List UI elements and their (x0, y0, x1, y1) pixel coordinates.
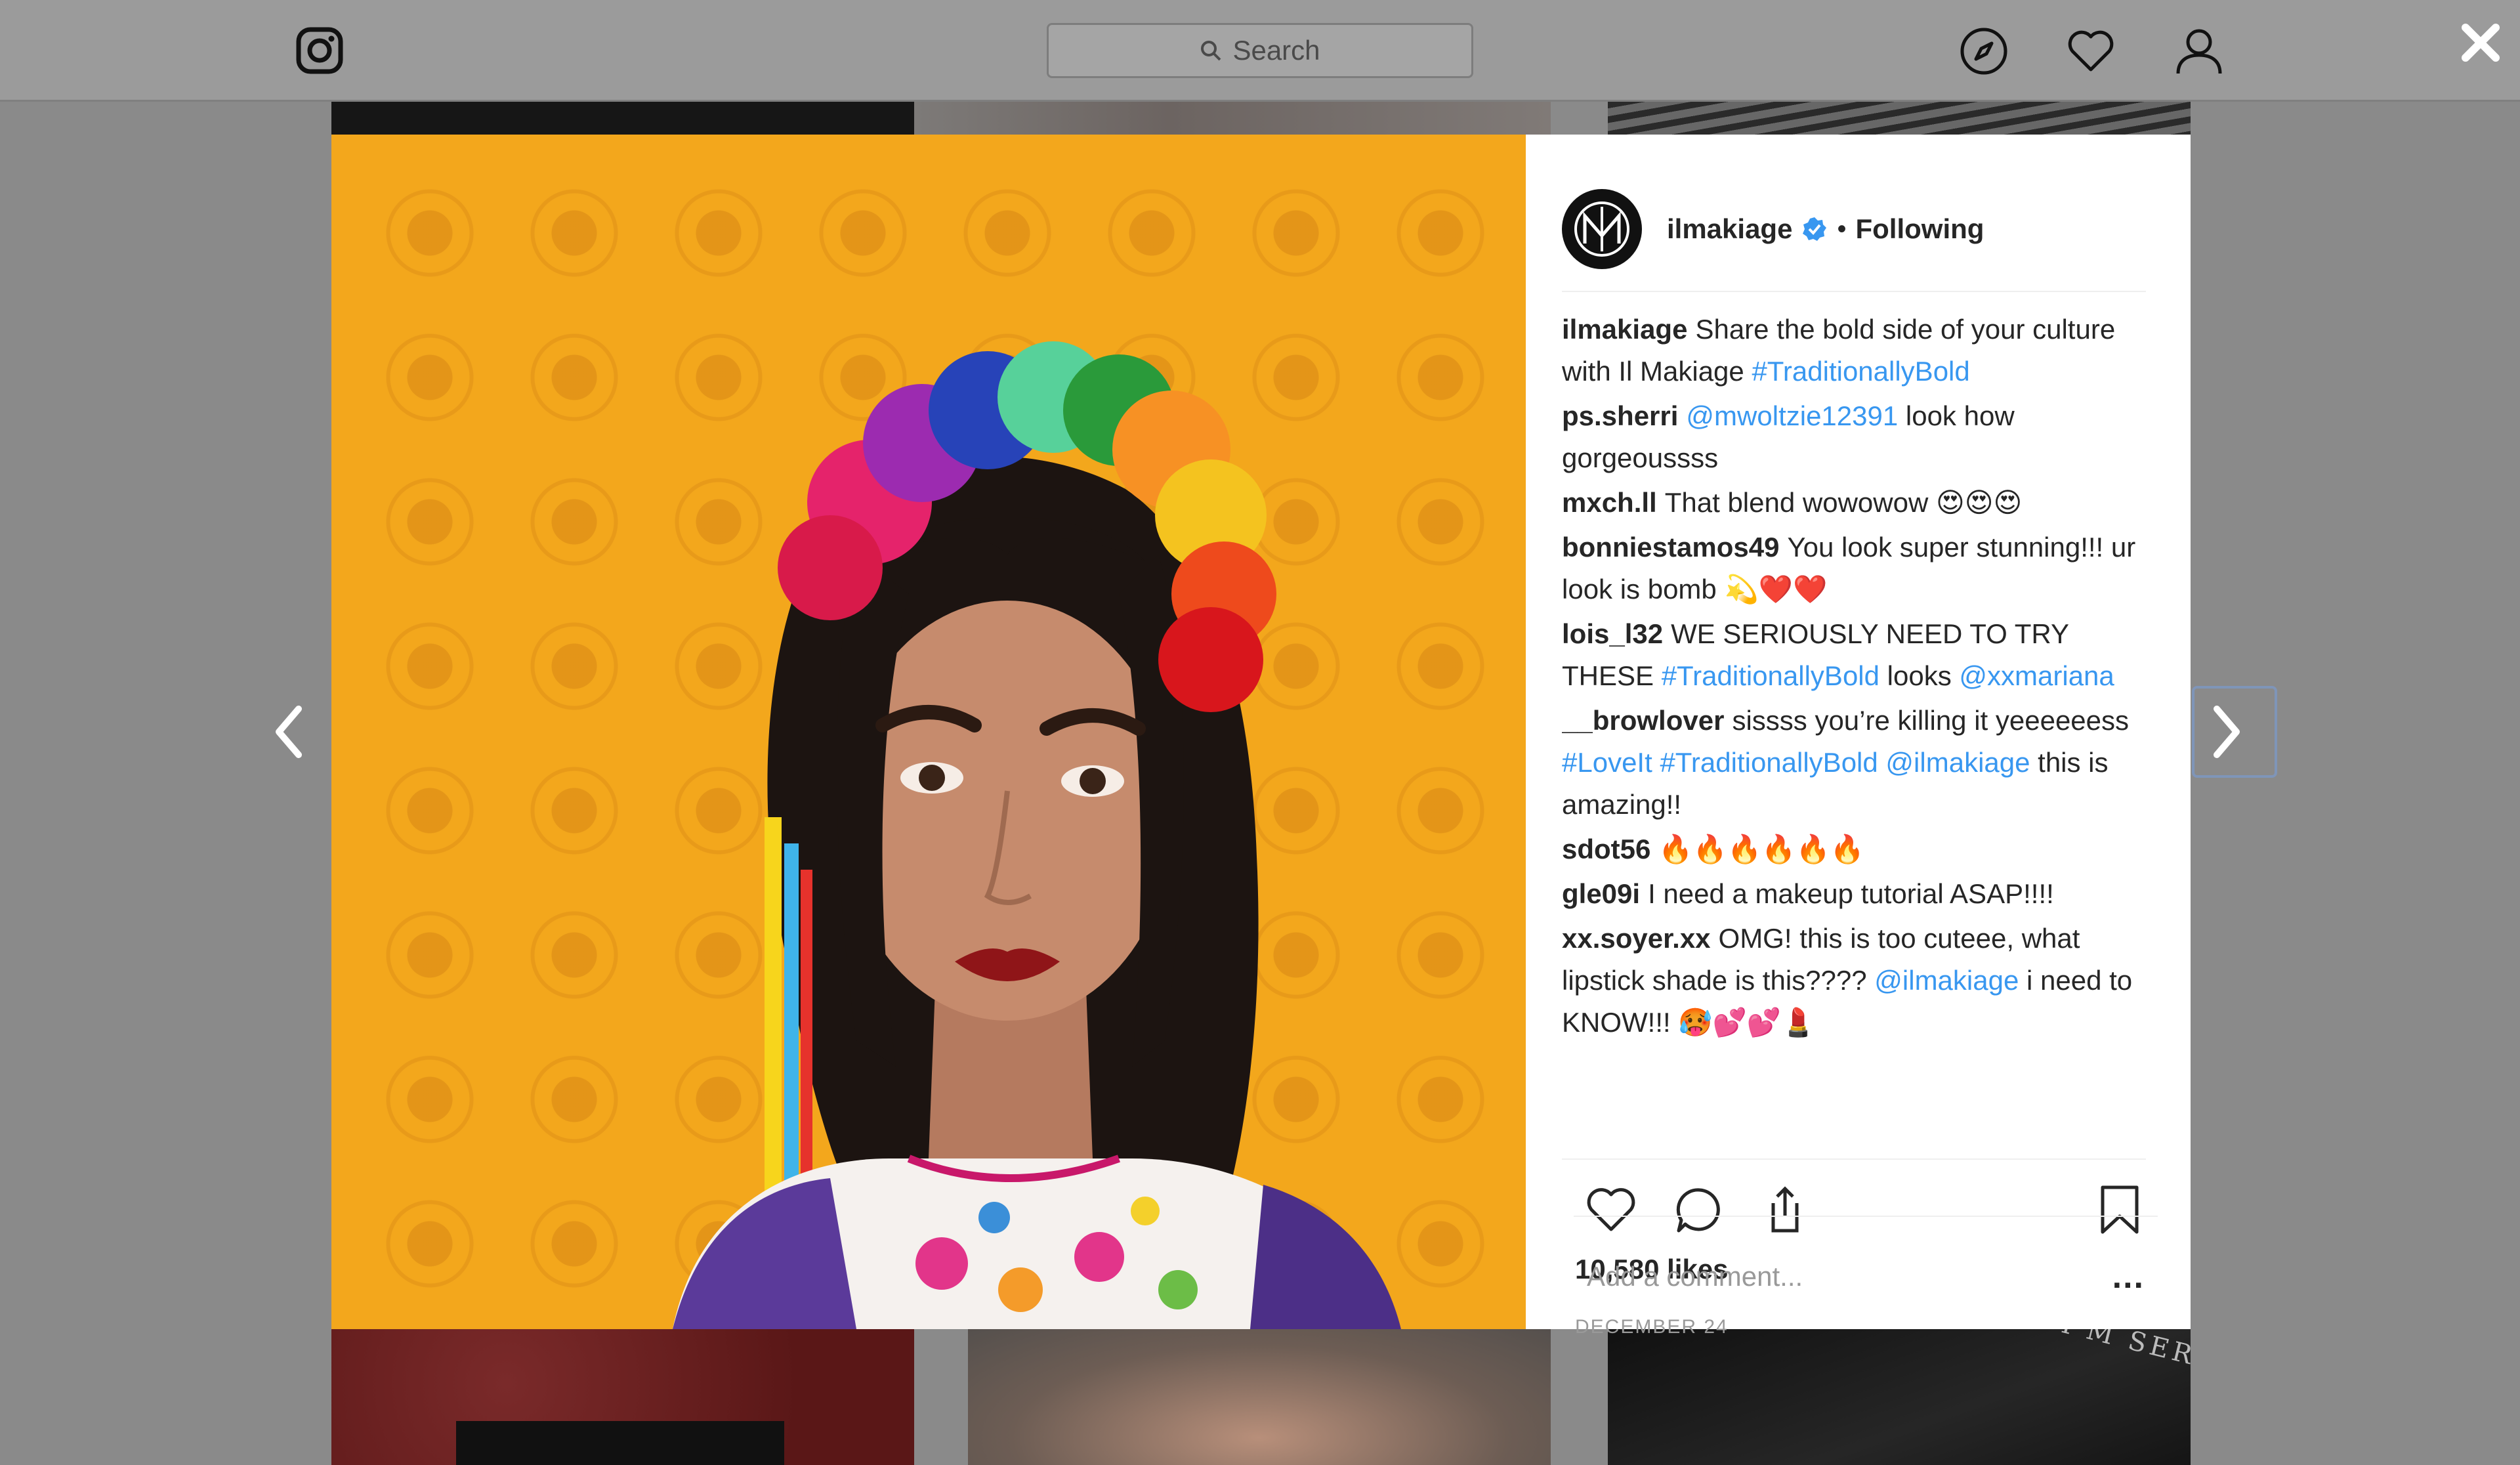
comment-text: looks (1880, 660, 1960, 691)
previous-post-chevron-icon[interactable] (272, 702, 305, 761)
search-input[interactable]: Search (1047, 23, 1473, 78)
comment-item: mxch.ll That blend wowowow 😍😍😍 (1562, 482, 2152, 524)
add-comment-row: Add a comment... ... (1574, 1247, 2158, 1306)
comment-username[interactable]: gle09i (1562, 878, 1640, 909)
more-options-button[interactable]: ... (2112, 1260, 2158, 1294)
comment-item: gle09i I need a makeup tutorial ASAP!!!! (1562, 873, 2152, 915)
post-details-panel: ilmakiage • Following ilmakiage Share the… (1526, 135, 2191, 1338)
feed-thumbnail[interactable] (968, 1329, 1551, 1465)
save-bookmark-icon[interactable] (2093, 1183, 2146, 1236)
following-button[interactable]: Following (1855, 213, 1984, 245)
comment-text: That blend wowowow 😍😍😍 (1664, 487, 2023, 518)
comment-item: __browlover sissss you’re killing it yeee… (1562, 700, 2152, 826)
comment-username[interactable]: bonniestamos49 (1562, 532, 1779, 563)
avatar[interactable] (1562, 189, 1642, 269)
comment-username[interactable]: ilmakiage (1562, 314, 1687, 345)
post-image[interactable] (331, 135, 1526, 1329)
comment-item: bonniestamos49 You look super stunning!!!… (1562, 526, 2152, 610)
add-comment-input[interactable]: Add a comment... (1574, 1261, 1803, 1292)
search-placeholder: Search (1232, 35, 1320, 66)
comment-link[interactable]: #LoveIt (1562, 747, 1652, 778)
post-username[interactable]: ilmakiage (1667, 213, 1792, 245)
post-modal: ilmakiage • Following ilmakiage Share the… (331, 135, 2191, 1338)
comment-text: I need a makeup tutorial ASAP!!!! (1648, 878, 2054, 909)
close-icon[interactable] (2458, 20, 2504, 66)
comment-username[interactable]: sdot56 (1562, 834, 1650, 864)
explore-compass-icon[interactable] (1959, 26, 2009, 76)
verified-badge-icon (1803, 217, 1827, 241)
comment-username[interactable]: xx.soyer.xx (1562, 923, 1711, 954)
feed-thumbnail[interactable] (331, 1329, 914, 1465)
comment-username[interactable]: lois_l32 (1562, 618, 1663, 649)
portrait-illustration (673, 341, 1401, 1329)
comment-text: sissss you’re killing it yeeeeeess (1732, 705, 2130, 736)
comment-text (1878, 747, 1886, 778)
comment-item: xx.soyer.xx OMG! this is too cuteee, what… (1562, 918, 2152, 1044)
search-icon (1201, 41, 1221, 61)
comment-item: ps.sherri @mwoltzie12391 look how gorgeou… (1562, 395, 2152, 479)
post-header: ilmakiage • Following (1562, 167, 2146, 292)
comment-username[interactable]: __browlover (1562, 705, 1724, 736)
post-date: DECEMBER 24 (1575, 1316, 1729, 1338)
comment-link[interactable]: #TraditionallyBold (1752, 356, 1969, 387)
feed-thumbnail[interactable] (1608, 102, 2191, 135)
comment-username[interactable]: ps.sherri (1562, 400, 1678, 431)
comment-item: ilmakiage Share the bold side of your cul… (1562, 308, 2152, 393)
feed-thumbnail[interactable]: THE ONLY THINGS I'M SERVING ARE LOOKS. I… (1608, 1329, 2191, 1465)
separator-dot: • (1837, 214, 1847, 244)
comment-text (1652, 747, 1660, 778)
next-post-chevron-icon[interactable] (2210, 702, 2243, 761)
comments-list[interactable]: ilmakiage Share the bold side of your cul… (1562, 308, 2152, 1155)
comment-item: lois_l32 WE SERIOUSLY NEED TO TRY THESE #… (1562, 613, 2152, 697)
comment-text: 🔥🔥🔥🔥🔥🔥 (1658, 834, 1865, 864)
comment-link[interactable]: @ilmakiage (1874, 965, 2019, 996)
instagram-icon[interactable] (295, 26, 344, 75)
heart-icon[interactable] (2066, 26, 2116, 76)
comment-link[interactable]: #TraditionallyBold (1660, 747, 1878, 778)
share-upload-icon[interactable] (1759, 1183, 1811, 1236)
feed-thumbnail[interactable] (331, 102, 914, 135)
comment-link[interactable]: @xxmariana (1959, 660, 2114, 691)
comment-divider (1574, 1216, 2158, 1217)
like-heart-icon[interactable] (1585, 1183, 1637, 1236)
comment-item: sdot56 🔥🔥🔥🔥🔥🔥 (1562, 828, 2152, 870)
product-box-image (456, 1421, 784, 1465)
ilmakiage-logo-icon (1574, 202, 1629, 257)
comment-bubble-icon[interactable] (1673, 1183, 1726, 1236)
post-actions-bar (1562, 1158, 2146, 1244)
comment-username[interactable]: mxch.ll (1562, 487, 1657, 518)
top-navigation-bar: Search (0, 0, 2520, 102)
comment-link[interactable]: #TraditionallyBold (1662, 660, 1880, 691)
comment-link[interactable]: @ilmakiage (1885, 747, 2030, 778)
profile-icon[interactable] (2174, 26, 2224, 76)
thumbnail-overlay-text: THE ONLY THINGS I'M SERVING ARE LOOKS. I… (1731, 1329, 2191, 1465)
comment-link[interactable]: @mwoltzie12391 (1686, 400, 1898, 431)
feed-thumbnail[interactable] (914, 102, 1551, 135)
